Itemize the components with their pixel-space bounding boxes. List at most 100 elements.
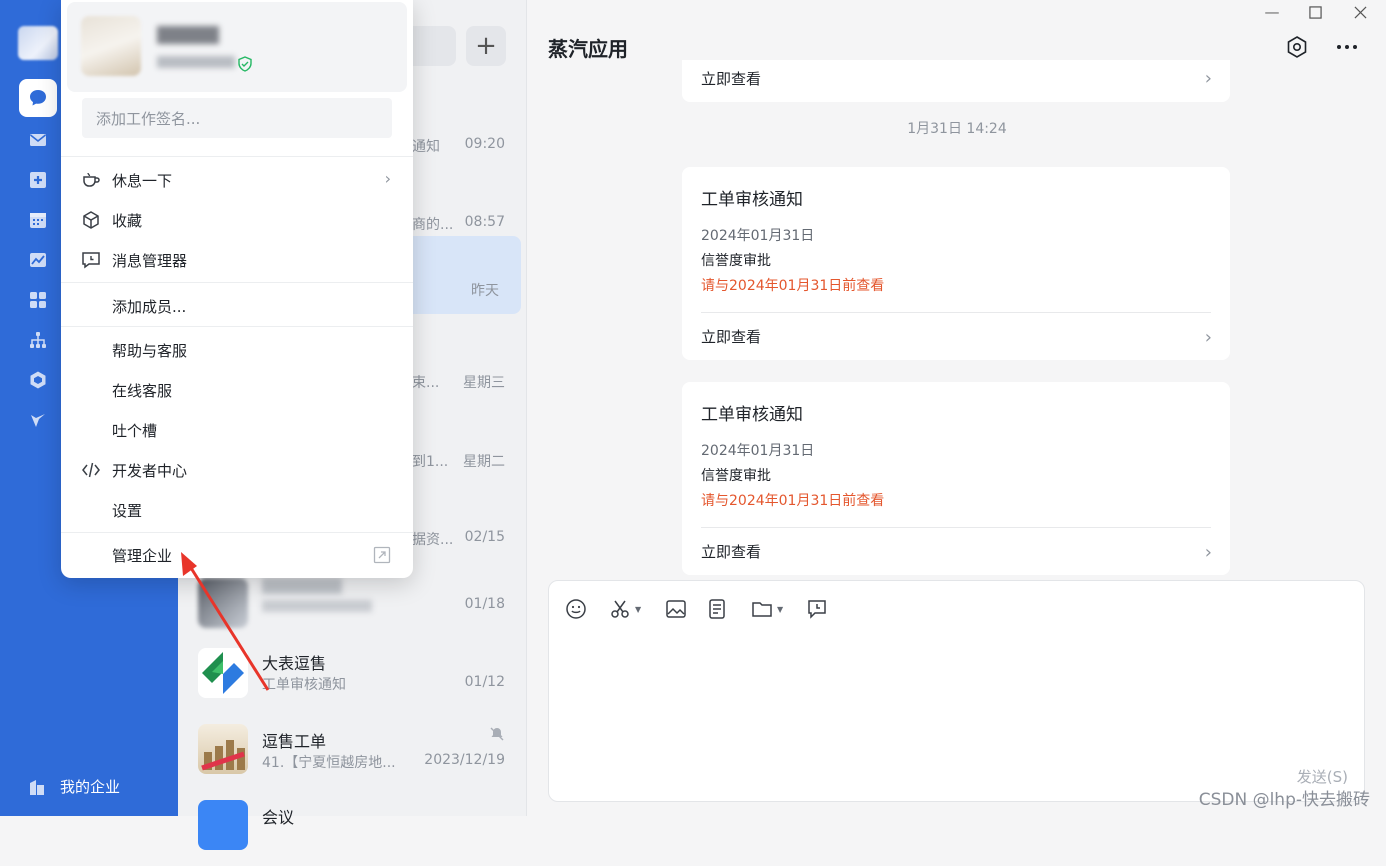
rail-report-button[interactable]: [24, 246, 52, 274]
minimize-icon: —: [1264, 3, 1280, 21]
org-chart-icon: [30, 332, 46, 348]
message-timestamp: 1月31日 14:24: [907, 121, 1007, 137]
menu-item-message-manager[interactable]: 消息管理器: [61, 240, 413, 280]
caret-down-icon[interactable]: ▼: [777, 605, 783, 614]
menu-item-label: 管理企业: [112, 547, 173, 565]
send-button[interactable]: 发送(S): [1297, 766, 1348, 787]
rail-ai-button[interactable]: [24, 406, 52, 434]
profile-menu: 添加工作签名... 休息一下 › 收藏 消息管理器 添加成员... 帮助与客服 …: [61, 0, 413, 578]
app-logo[interactable]: [18, 26, 58, 60]
conversation-time: 02/15: [464, 529, 505, 545]
conversation-time: 09:20: [464, 136, 505, 152]
view-now-link[interactable]: 立即查看: [701, 326, 761, 347]
maximize-button[interactable]: [1303, 2, 1327, 22]
mail-icon: [30, 134, 46, 146]
conversation-snippet: 束...: [412, 375, 440, 391]
avatar: [81, 16, 141, 76]
menu-item-feedback[interactable]: 吐个槽: [61, 410, 413, 450]
rail-apps-button[interactable]: [24, 286, 52, 314]
hexagon-app-icon: [30, 371, 46, 389]
rail-contacts-button[interactable]: [24, 326, 52, 354]
conversation-item[interactable]: 逗售工单 41.【宁夏恒越房地... 2023/12/19: [178, 712, 527, 788]
conversation-time: 2023/12/19: [424, 752, 505, 768]
view-now-link[interactable]: 立即查看: [701, 68, 761, 89]
image-icon: [666, 600, 686, 618]
chevron-right-icon: ›: [1204, 542, 1212, 563]
chat-settings-button[interactable]: [1284, 34, 1310, 60]
caret-down-icon[interactable]: ▼: [635, 605, 641, 614]
search-input[interactable]: [410, 26, 456, 66]
file-button[interactable]: ▼: [751, 597, 783, 621]
message-manager-icon: [82, 252, 100, 269]
view-now-link[interactable]: 立即查看: [701, 541, 761, 562]
settings-hexagon-icon: [1287, 36, 1307, 58]
coins-image-icon: [201, 740, 245, 771]
chevron-right-icon: ›: [384, 169, 391, 188]
work-signature-input[interactable]: 添加工作签名...: [82, 98, 392, 138]
apps-grid-icon: [30, 292, 46, 308]
rail-app-center-button[interactable]: [24, 366, 52, 394]
conversation-time: 星期三: [463, 375, 505, 391]
maximize-icon: [1308, 5, 1322, 19]
rail-calendar-button[interactable]: [24, 206, 52, 234]
image-button[interactable]: [665, 597, 687, 621]
menu-item-favorites[interactable]: 收藏: [61, 200, 413, 240]
report-icon: [30, 253, 46, 267]
external-link-icon: [373, 546, 391, 564]
message-card: 工单审核通知 2024年01月31日 信誉度审批 请与2024年01月31日前查…: [682, 382, 1230, 575]
rail-messages-button[interactable]: [19, 79, 57, 117]
folder-icon: [752, 602, 772, 617]
add-button[interactable]: +: [466, 26, 506, 66]
more-options-button[interactable]: [1334, 34, 1360, 60]
more-dots-icon: [1337, 45, 1357, 49]
blurred-snippet: [262, 600, 372, 612]
menu-item-take-break[interactable]: 休息一下 ›: [61, 160, 413, 200]
conversation-time: 08:57: [464, 214, 505, 230]
minimize-button[interactable]: —: [1260, 2, 1284, 22]
card-subtitle: 信誉度审批: [701, 253, 771, 269]
brand-logo-icon: [202, 652, 244, 694]
menu-item-manage-organization[interactable]: 管理企业: [61, 535, 413, 575]
conversation-snippet: 通知: [412, 139, 440, 155]
coffee-cup-icon: [83, 172, 100, 187]
rail-workbench-button[interactable]: [24, 166, 52, 194]
rail-mail-button[interactable]: [24, 126, 52, 154]
conversation-time: 昨天: [471, 283, 499, 299]
document-button[interactable]: [706, 597, 728, 621]
document-icon: [709, 599, 725, 619]
menu-item-help[interactable]: 帮助与客服: [61, 330, 413, 370]
my-organization-label: 我的企业: [60, 778, 121, 796]
close-button[interactable]: [1348, 2, 1372, 22]
menu-item-developer-center[interactable]: 开发者中心: [61, 450, 413, 490]
conversation-snippet: 据资...: [412, 532, 454, 548]
menu-item-settings[interactable]: 设置: [61, 490, 413, 530]
reminder-button[interactable]: [806, 597, 828, 621]
chat-title: 蒸汽应用: [548, 37, 628, 61]
verified-shield-icon: [238, 56, 252, 72]
card-divider: [701, 312, 1211, 313]
message-card-partial: 立即查看 ›: [682, 60, 1230, 102]
calendar-icon: [30, 213, 46, 228]
conversation-item[interactable]: 会议: [178, 790, 527, 866]
card-subtitle: 信誉度审批: [701, 468, 771, 484]
menu-item-label: 设置: [112, 502, 143, 520]
my-organization-button[interactable]: 我的企业: [28, 776, 120, 797]
menu-item-online-support[interactable]: 在线客服: [61, 370, 413, 410]
conversation-item[interactable]: 大表逗售 工单审核通知 01/12: [178, 634, 527, 710]
reminder-icon: [808, 600, 826, 619]
blurred-name: [262, 578, 342, 594]
message-card: 工单审核通知 2024年01月31日 信誉度审批 请与2024年01月31日前查…: [682, 167, 1230, 360]
profile-card[interactable]: [67, 2, 407, 92]
screenshot-button[interactable]: ▼: [609, 597, 641, 621]
conversation-time: 01/12: [464, 674, 505, 690]
emoji-button[interactable]: [565, 597, 587, 621]
blurred-profile-name: [157, 26, 219, 44]
card-date: 2024年01月31日: [701, 228, 815, 244]
menu-item-label: 休息一下: [112, 172, 173, 190]
conversation-time: 星期二: [463, 454, 505, 470]
conversation-name: 大表逗售: [262, 654, 327, 673]
menu-item-add-member[interactable]: 添加成员...: [61, 286, 413, 326]
menu-item-label: 吐个槽: [112, 422, 158, 440]
message-composer[interactable]: ▼ ▼ 发送(S): [548, 580, 1365, 802]
conversation-snippet: 工单审核通知: [262, 677, 346, 693]
